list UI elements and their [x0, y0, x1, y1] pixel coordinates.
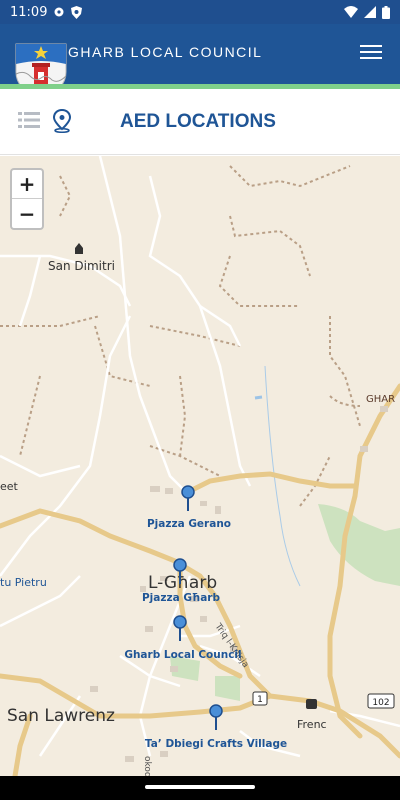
battery-icon	[382, 5, 390, 19]
road-shield-label-1: 1	[257, 695, 263, 705]
map-canvas[interactable]: 1 102 San Dimitri L-Għarb San Lawrenz Fr…	[0, 156, 400, 776]
settings-icon	[54, 7, 64, 17]
menu-bar-top	[360, 45, 382, 47]
zoom-out-button[interactable]: −	[12, 199, 42, 228]
page-title: AED LOCATIONS	[120, 111, 276, 132]
label-l-gharb: L-Għarb	[148, 573, 217, 593]
aed-label[interactable]: Gharb Local Council	[124, 649, 241, 661]
menu-bar-middle	[360, 51, 382, 53]
shield-icon	[71, 5, 83, 19]
menu-bar-bottom	[360, 57, 382, 59]
map-view-icon[interactable]	[52, 109, 72, 133]
wifi-icon	[344, 6, 358, 18]
map-view[interactable]: 1 102 San Dimitri L-Għarb San Lawrenz Fr…	[0, 156, 400, 776]
road-shield-label-102: 102	[372, 698, 389, 708]
status-bar: 11:09	[0, 0, 400, 24]
zoom-in-button[interactable]: +	[12, 170, 42, 199]
label-pietru-edge: tu Pietru	[0, 576, 47, 589]
label-san-dimitri: San Dimitri	[48, 259, 115, 273]
status-time: 11:09	[10, 4, 48, 20]
list-view-icon[interactable]	[18, 111, 40, 129]
label-street-edge: eet	[0, 480, 19, 493]
label-ghar: GHAR	[366, 394, 395, 405]
system-nav-bar	[0, 776, 400, 800]
aed-label[interactable]: Pjazza Għarb	[142, 592, 221, 604]
council-title: GHARB LOCAL COUNCIL	[68, 44, 263, 60]
zoom-control: + −	[10, 168, 44, 230]
app-header: GHARB LOCAL COUNCIL	[0, 24, 400, 98]
label-road-fragment: okod	[142, 756, 152, 776]
status-right	[344, 5, 390, 19]
status-left: 11:09	[10, 4, 83, 20]
toolbar: AED LOCATIONS	[0, 89, 400, 155]
signal-icon	[364, 6, 376, 18]
home-gesture-handle[interactable]	[145, 785, 255, 789]
menu-button[interactable]	[360, 41, 382, 61]
water-feature	[254, 395, 263, 400]
label-frenc: Frenc	[297, 718, 327, 731]
aed-label[interactable]: Pjazza Gerano	[147, 518, 231, 530]
label-san-lawrenz: San Lawrenz	[7, 706, 115, 726]
bus-stop-icon	[306, 699, 317, 709]
aed-label[interactable]: Ta’ Dbiegi Crafts Village	[145, 738, 287, 750]
